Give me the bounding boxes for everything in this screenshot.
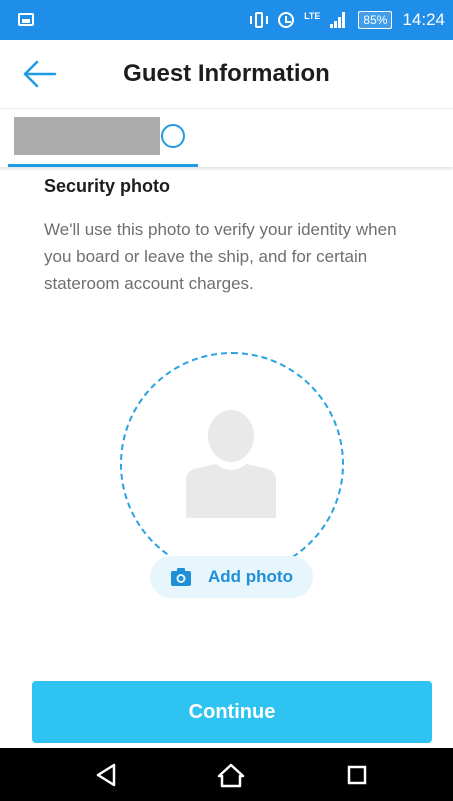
alarm-icon: [278, 12, 295, 28]
circle-outline-icon: [161, 124, 185, 148]
active-tab-indicator: [8, 164, 198, 167]
triangle-back-icon[interactable]: [92, 760, 122, 790]
section-description: We'll use this photo to verify your iden…: [44, 220, 397, 293]
signal-icon: [330, 12, 348, 28]
section-title: Security photo: [44, 176, 171, 196]
photo-area[interactable]: [120, 352, 344, 576]
page-title: Guest Information: [123, 60, 330, 87]
person-silhouette-icon: [178, 408, 284, 518]
continue-button[interactable]: Continue: [32, 681, 432, 743]
guest-tab-row: [0, 109, 453, 167]
battery-indicator: 85%: [358, 11, 393, 29]
system-nav-bar: [0, 748, 453, 801]
tab-guest[interactable]: [8, 109, 198, 167]
add-photo-label: Add photo: [208, 567, 293, 586]
clock: 14:24: [402, 10, 445, 29]
status-icons: LTE 85% 14:24: [250, 8, 445, 32]
add-photo-button[interactable]: Add photo: [150, 556, 313, 598]
camera-icon: [170, 567, 192, 587]
screen: LTE 85% 14:24 Guest Information Security…: [0, 0, 453, 801]
status-bar: LTE 85% 14:24: [0, 0, 453, 40]
image-notification-icon: [18, 13, 34, 26]
redacted-guest-name: [14, 117, 160, 155]
vibrate-icon: [250, 12, 269, 28]
square-recents-icon[interactable]: [342, 760, 372, 790]
app-header: Guest Information: [0, 40, 453, 109]
home-icon[interactable]: [216, 760, 246, 790]
lte-label: LTE: [304, 11, 321, 21]
